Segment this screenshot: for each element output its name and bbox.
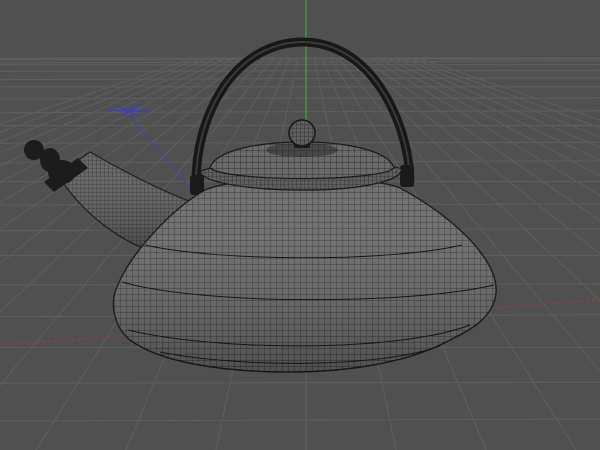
grid-line	[0, 418, 600, 422]
grid-line	[0, 381, 600, 384]
grid-line	[0, 60, 600, 64]
grid-line	[0, 58, 600, 61]
grid-line	[0, 77, 600, 81]
grid-line	[0, 110, 600, 114]
handle-mount-right	[400, 165, 414, 187]
grid-line	[0, 69, 600, 72]
viewport-canvas[interactable]	[0, 0, 600, 450]
3d-viewport[interactable]	[0, 0, 600, 450]
